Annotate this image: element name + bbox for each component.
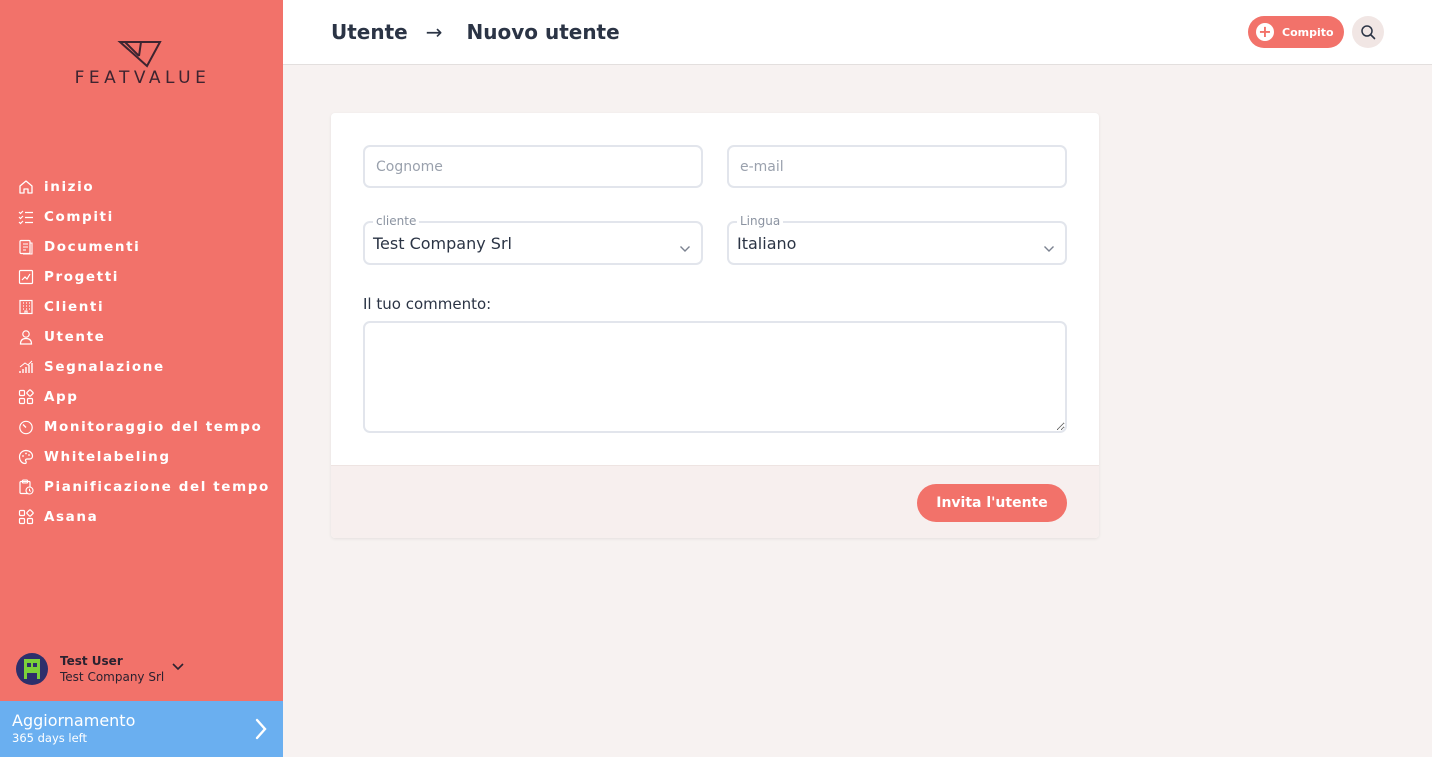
chevron-down-icon[interactable] [172,656,184,675]
sidebar-item-label: Compiti [44,209,114,225]
building-icon [16,297,36,317]
invite-user-button[interactable]: Invita l'utente [917,484,1067,522]
breadcrumb-arrow-icon: → [425,20,443,44]
user-menu[interactable]: Test User Test Company Srl [16,653,184,685]
checklist-icon [16,207,36,227]
sidebar-item-label: App [44,389,79,405]
clipboard-clock-icon [16,477,36,497]
comment-textarea-wrapper [363,321,1067,433]
upgrade-banner[interactable]: Aggiornamento 365 days left [0,701,283,757]
sidebar-item-label: Progetti [44,269,119,285]
chevron-right-icon [255,718,267,744]
client-select[interactable]: cliente Test Company Srl [363,214,703,265]
sidebar-item-clienti[interactable]: Clienti [16,292,270,322]
sidebar-item-progetti[interactable]: Progetti [16,262,270,292]
sidebar-item-documenti[interactable]: Documenti [16,232,270,262]
sidebar-item-pianificazione[interactable]: Pianificazione del tempo [16,472,270,502]
add-task-button[interactable]: + Compito [1248,16,1344,48]
sidebar-item-label: Asana [44,509,99,525]
sidebar-item-label: Clienti [44,299,105,315]
sidebar-item-inizio[interactable]: inizio [16,172,270,202]
page-title: Nuovo utente [466,20,620,44]
client-value: Test Company Srl [373,234,512,253]
sidebar: FEATVALUE inizio Compiti Documenti Proge… [0,0,283,757]
comment-label: Il tuo commento: [363,295,492,313]
avatar [16,653,48,685]
chart-icon [16,267,36,287]
top-header: Utente → Nuovo utente + Compito [283,0,1432,65]
timer-icon [16,417,36,437]
sidebar-item-utente[interactable]: Utente [16,322,270,352]
chevron-down-icon [1043,238,1055,257]
sidebar-item-label: Pianificazione del tempo [44,479,270,495]
document-icon [16,237,36,257]
breadcrumb-parent[interactable]: Utente [331,20,408,44]
home-icon [16,177,36,197]
form-footer: Invita l'utente [331,465,1099,538]
apps-icon [16,507,36,527]
sidebar-item-whitelabeling[interactable]: Whitelabeling [16,442,270,472]
sidebar-item-compiti[interactable]: Compiti [16,202,270,232]
language-select[interactable]: Lingua Italiano [727,214,1067,265]
breadcrumb: Utente → Nuovo utente [331,20,620,44]
logo-mark-icon [117,41,162,68]
sidebar-nav: inizio Compiti Documenti Progetti Client… [16,172,270,532]
sidebar-item-label: Monitoraggio del tempo [44,419,263,435]
user-icon [16,327,36,347]
surname-field-wrapper [363,145,703,188]
new-user-form: cliente Test Company Srl Lingua Italiano… [331,113,1099,538]
plus-icon: + [1256,23,1274,41]
apps-icon [16,387,36,407]
sidebar-item-app[interactable]: App [16,382,270,412]
email-input[interactable] [729,147,1065,186]
user-company: Test Company Srl [60,670,165,684]
language-label: Lingua [737,214,784,228]
search-button[interactable] [1352,16,1384,48]
comment-textarea[interactable] [365,323,1065,431]
chevron-down-icon [679,238,691,257]
upgrade-subtitle: 365 days left [12,731,88,745]
sidebar-item-label: Utente [44,329,106,345]
sidebar-item-label: Segnalazione [44,359,165,375]
add-task-label: Compito [1282,25,1334,39]
sidebar-item-label: Whitelabeling [44,449,171,465]
sidebar-item-asana[interactable]: Asana [16,502,270,532]
upgrade-title: Aggiornamento [12,711,136,730]
logo[interactable]: FEATVALUE [55,40,230,90]
search-icon [1361,25,1376,40]
client-label: cliente [373,214,420,228]
sidebar-item-segnalazione[interactable]: Segnalazione [16,352,270,382]
language-value: Italiano [737,234,797,253]
user-name: Test User [60,654,123,668]
sidebar-item-label: inizio [44,179,95,195]
palette-icon [16,447,36,467]
logo-text: FEATVALUE [74,68,211,88]
email-field-wrapper [727,145,1067,188]
sidebar-item-label: Documenti [44,239,141,255]
surname-input[interactable] [365,147,701,186]
signal-icon [16,357,36,377]
sidebar-item-monitoraggio[interactable]: Monitoraggio del tempo [16,412,270,442]
